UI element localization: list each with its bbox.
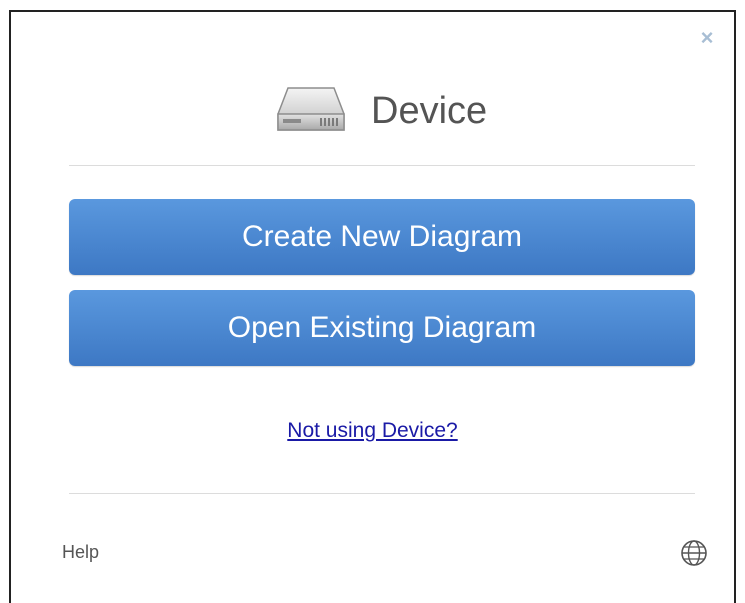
footer-divider — [69, 493, 695, 494]
dialog-header: Device — [0, 76, 745, 146]
globe-icon[interactable] — [679, 538, 709, 568]
close-icon[interactable]: × — [697, 26, 717, 50]
header-divider — [69, 165, 695, 166]
create-new-diagram-button[interactable]: Create New Diagram — [69, 199, 695, 275]
not-using-device-link[interactable]: Not using Device? — [0, 419, 745, 443]
dialog-title: Device — [371, 90, 488, 132]
open-existing-diagram-button[interactable]: Open Existing Diagram — [69, 290, 695, 366]
help-link[interactable]: Help — [62, 542, 99, 563]
hard-drive-icon — [277, 87, 345, 131]
